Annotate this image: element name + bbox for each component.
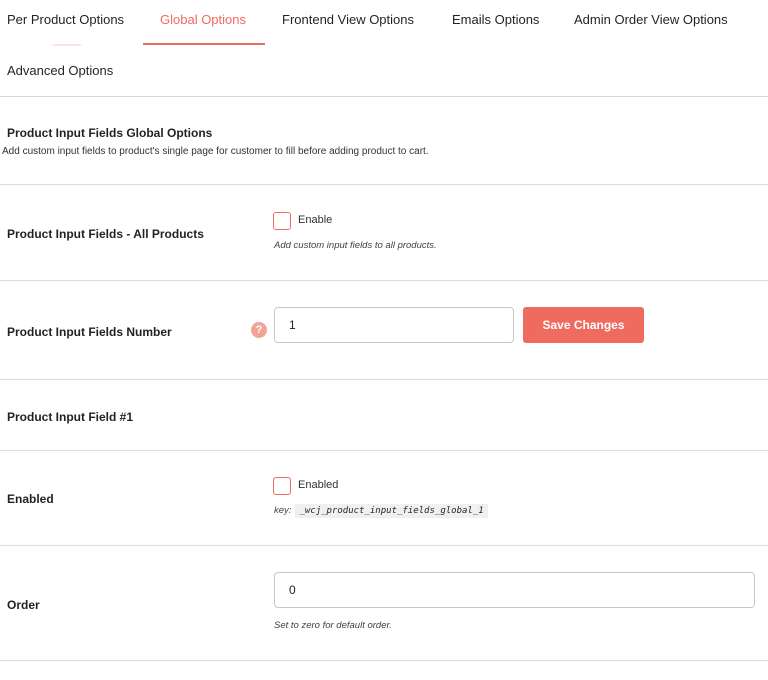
save-changes-button[interactable]: Save Changes [523, 307, 644, 343]
field-key-line: key: _wcj_product_input_fields_global_1 [274, 504, 488, 518]
all-products-enable-checkbox[interactable] [273, 212, 291, 230]
field-1-enabled-checkbox-label: Enabled [298, 479, 339, 491]
tab-frontend-view-options[interactable]: Frontend View Options [282, 12, 414, 27]
divider [0, 660, 768, 661]
section-title: Product Input Fields Global Options [7, 126, 213, 140]
all-products-enable-label: Enable [298, 214, 333, 226]
all-products-help-text: Add custom input fields to all products. [274, 240, 437, 251]
question-icon[interactable]: ? [251, 322, 267, 338]
field-1-enabled-checkbox[interactable] [273, 477, 291, 495]
order-label: Order [7, 598, 40, 612]
divider [0, 280, 768, 281]
order-input[interactable] [274, 572, 755, 608]
tab-emails-options[interactable]: Emails Options [452, 12, 539, 27]
order-help-text: Set to zero for default order. [274, 620, 392, 631]
section-description: Add custom input fields to product's sin… [2, 146, 429, 157]
enabled-label: Enabled [7, 492, 54, 506]
divider [0, 450, 768, 451]
all-products-label: Product Input Fields - All Products [7, 227, 204, 241]
tab-global-options[interactable]: Global Options [160, 12, 246, 27]
fields-number-input[interactable] [274, 307, 514, 343]
divider [0, 379, 768, 380]
key-prefix: key: [274, 505, 292, 516]
divider [0, 184, 768, 185]
options-tab-bar: Per Product Options Global Options Front… [0, 0, 768, 97]
divider [0, 545, 768, 546]
tab-hover-indicator [53, 44, 81, 46]
field-key-code: _wcj_product_input_fields_global_1 [295, 504, 488, 518]
tab-per-product-options[interactable]: Per Product Options [7, 12, 124, 27]
field-1-heading: Product Input Field #1 [7, 410, 134, 424]
tab-admin-order-view-options[interactable]: Admin Order View Options [574, 12, 728, 27]
tab-advanced-options[interactable]: Advanced Options [7, 63, 113, 78]
fields-number-label: Product Input Fields Number [7, 325, 172, 339]
active-tab-underline [143, 43, 265, 45]
